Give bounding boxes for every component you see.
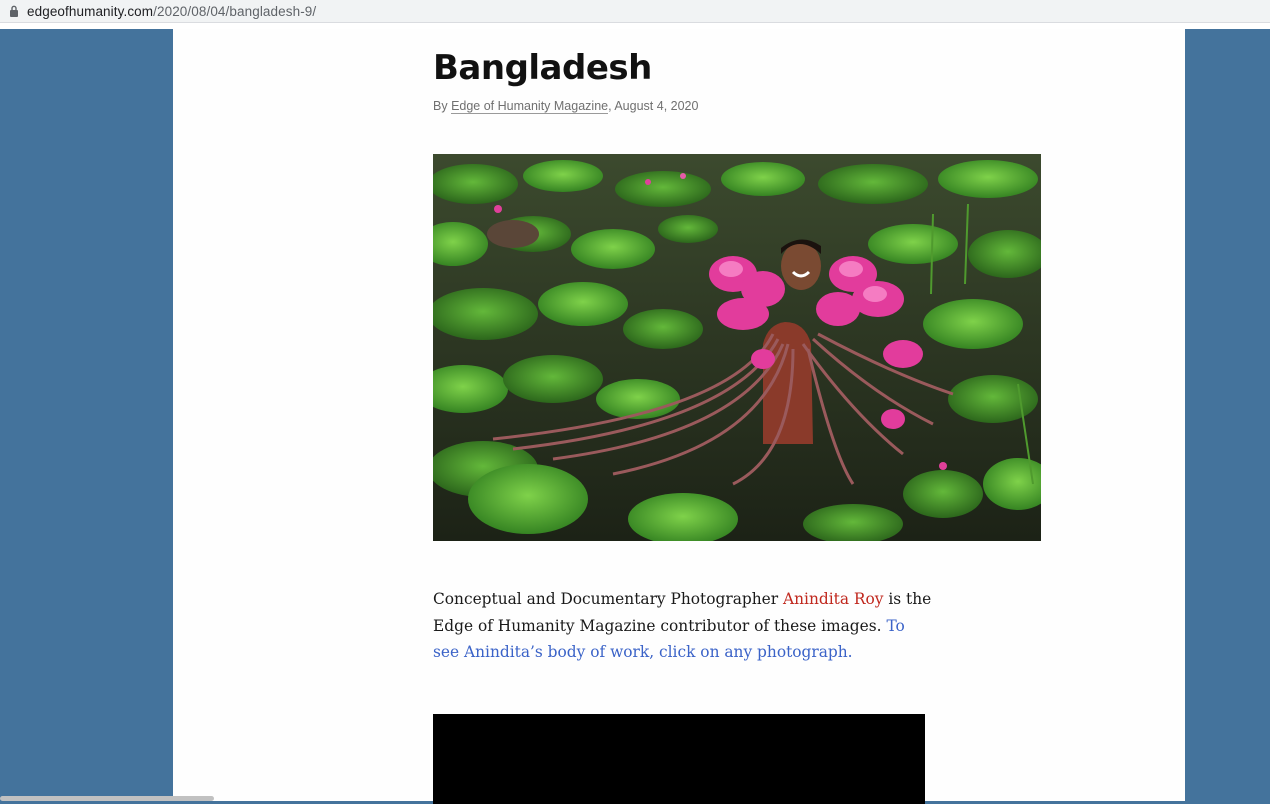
page-title: Bangladesh [433, 48, 652, 88]
photographer-link[interactable]: Anindita Roy [783, 590, 883, 608]
lock-icon[interactable] [7, 4, 21, 18]
intro-paragraph: Conceptual and Documentary Photographer … [433, 586, 933, 666]
url-text[interactable]: edgeofhumanity.com/2020/08/04/bangladesh… [27, 4, 316, 19]
url-path: /2020/08/04/bangladesh-9/ [153, 3, 317, 19]
second-photo[interactable] [433, 714, 925, 804]
horizontal-scrollbar[interactable] [0, 796, 214, 801]
author-link[interactable]: Edge of Humanity Magazine [451, 99, 609, 114]
url-domain: edgeofhumanity.com [27, 3, 154, 19]
byline-prefix: By [433, 99, 452, 113]
post-date: , August 4, 2020 [608, 99, 699, 113]
byline: By Edge of Humanity Magazine, August 4, … [433, 99, 699, 114]
article-container: Bangladesh By Edge of Humanity Magazine,… [173, 29, 1185, 804]
photo-scene [433, 154, 1041, 541]
intro-text-1: Conceptual and Documentary Photographer [433, 590, 784, 608]
address-bar[interactable]: edgeofhumanity.com/2020/08/04/bangladesh… [0, 0, 1270, 23]
featured-photo[interactable] [433, 154, 1041, 541]
